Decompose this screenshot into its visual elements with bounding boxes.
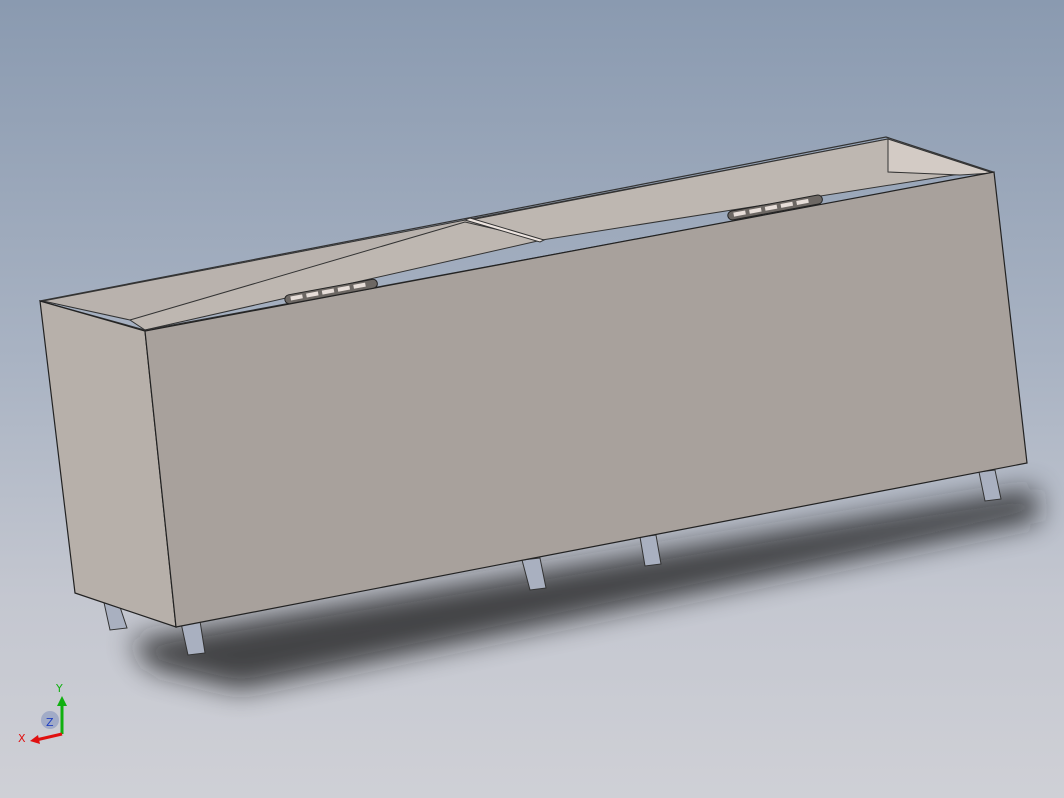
axis-triad: Y X Z: [18, 682, 67, 745]
x-axis-label: X: [18, 732, 26, 745]
y-axis-label: Y: [55, 682, 63, 695]
leg: [978, 469, 1002, 502]
graphics-viewport[interactable]: Y X Z: [0, 0, 1064, 798]
z-axis-label: Z: [46, 716, 54, 729]
inner-right-wall: [887, 138, 994, 176]
3d-model-view[interactable]: [0, 0, 1064, 798]
x-axis-icon: [35, 732, 63, 742]
front-panel: [144, 171, 1028, 628]
